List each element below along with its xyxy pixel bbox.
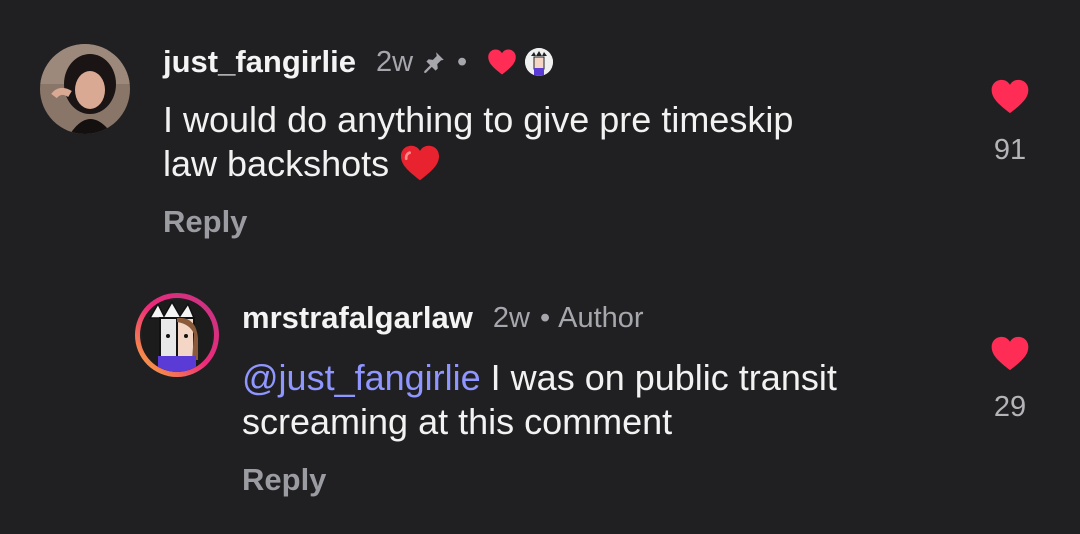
- comment-text-line-1: @just_fangirlie I was on public transit: [242, 356, 962, 400]
- comment-text: @just_fangirlie I was on public transit …: [242, 356, 962, 444]
- like-heart-icon[interactable]: [980, 78, 1040, 120]
- heart-icon: [487, 48, 517, 76]
- like-column: 91: [980, 78, 1040, 167]
- comment-header: mrstrafalgarlaw 2w • Author: [242, 298, 644, 338]
- comment-2-reply: mrstrafalgarlaw 2w • Author @just_fangir…: [0, 260, 1080, 534]
- user-photo-avatar: [40, 44, 130, 134]
- author-avatar-icon: [525, 48, 554, 76]
- comment-text: I would do anything to give pre timeskip…: [163, 98, 943, 192]
- comment-age: 2w: [492, 301, 530, 334]
- like-column: 29: [980, 335, 1040, 424]
- avatar: [140, 298, 214, 372]
- like-count: 29: [993, 391, 1027, 423]
- like-heart-icon[interactable]: [980, 335, 1040, 377]
- drawn-character-avatar: [142, 300, 212, 372]
- pin-icon: [421, 49, 447, 75]
- comment-text-line-1-rest: I was on public transit: [480, 357, 837, 398]
- username[interactable]: mrstrafalgarlaw: [242, 300, 473, 336]
- comment-1: just_fangirlie 2w • I would do anything …: [0, 0, 1080, 260]
- like-count: 91: [993, 134, 1027, 166]
- comment-text-line-2: law backshots: [163, 142, 943, 192]
- avatar-story-ring[interactable]: [135, 293, 219, 377]
- reply-button[interactable]: Reply: [242, 462, 326, 498]
- comment-text-line-2-words: law backshots: [163, 143, 390, 184]
- separator-dot: •: [539, 301, 551, 334]
- mention-link[interactable]: @just_fangirlie: [242, 357, 481, 398]
- comment-text-line-1: I would do anything to give pre timeskip: [163, 99, 794, 140]
- comment-age: 2w: [375, 45, 414, 78]
- comment-text-line-2: screaming at this comment: [242, 401, 673, 442]
- author-label: Author: [558, 301, 644, 334]
- separator-dot: •: [457, 45, 468, 78]
- username[interactable]: just_fangirlie: [163, 44, 356, 80]
- reply-button[interactable]: Reply: [163, 204, 247, 240]
- avatar[interactable]: [40, 44, 130, 134]
- red-heart-emoji: [399, 144, 441, 192]
- comment-header: just_fangirlie 2w •: [163, 42, 554, 82]
